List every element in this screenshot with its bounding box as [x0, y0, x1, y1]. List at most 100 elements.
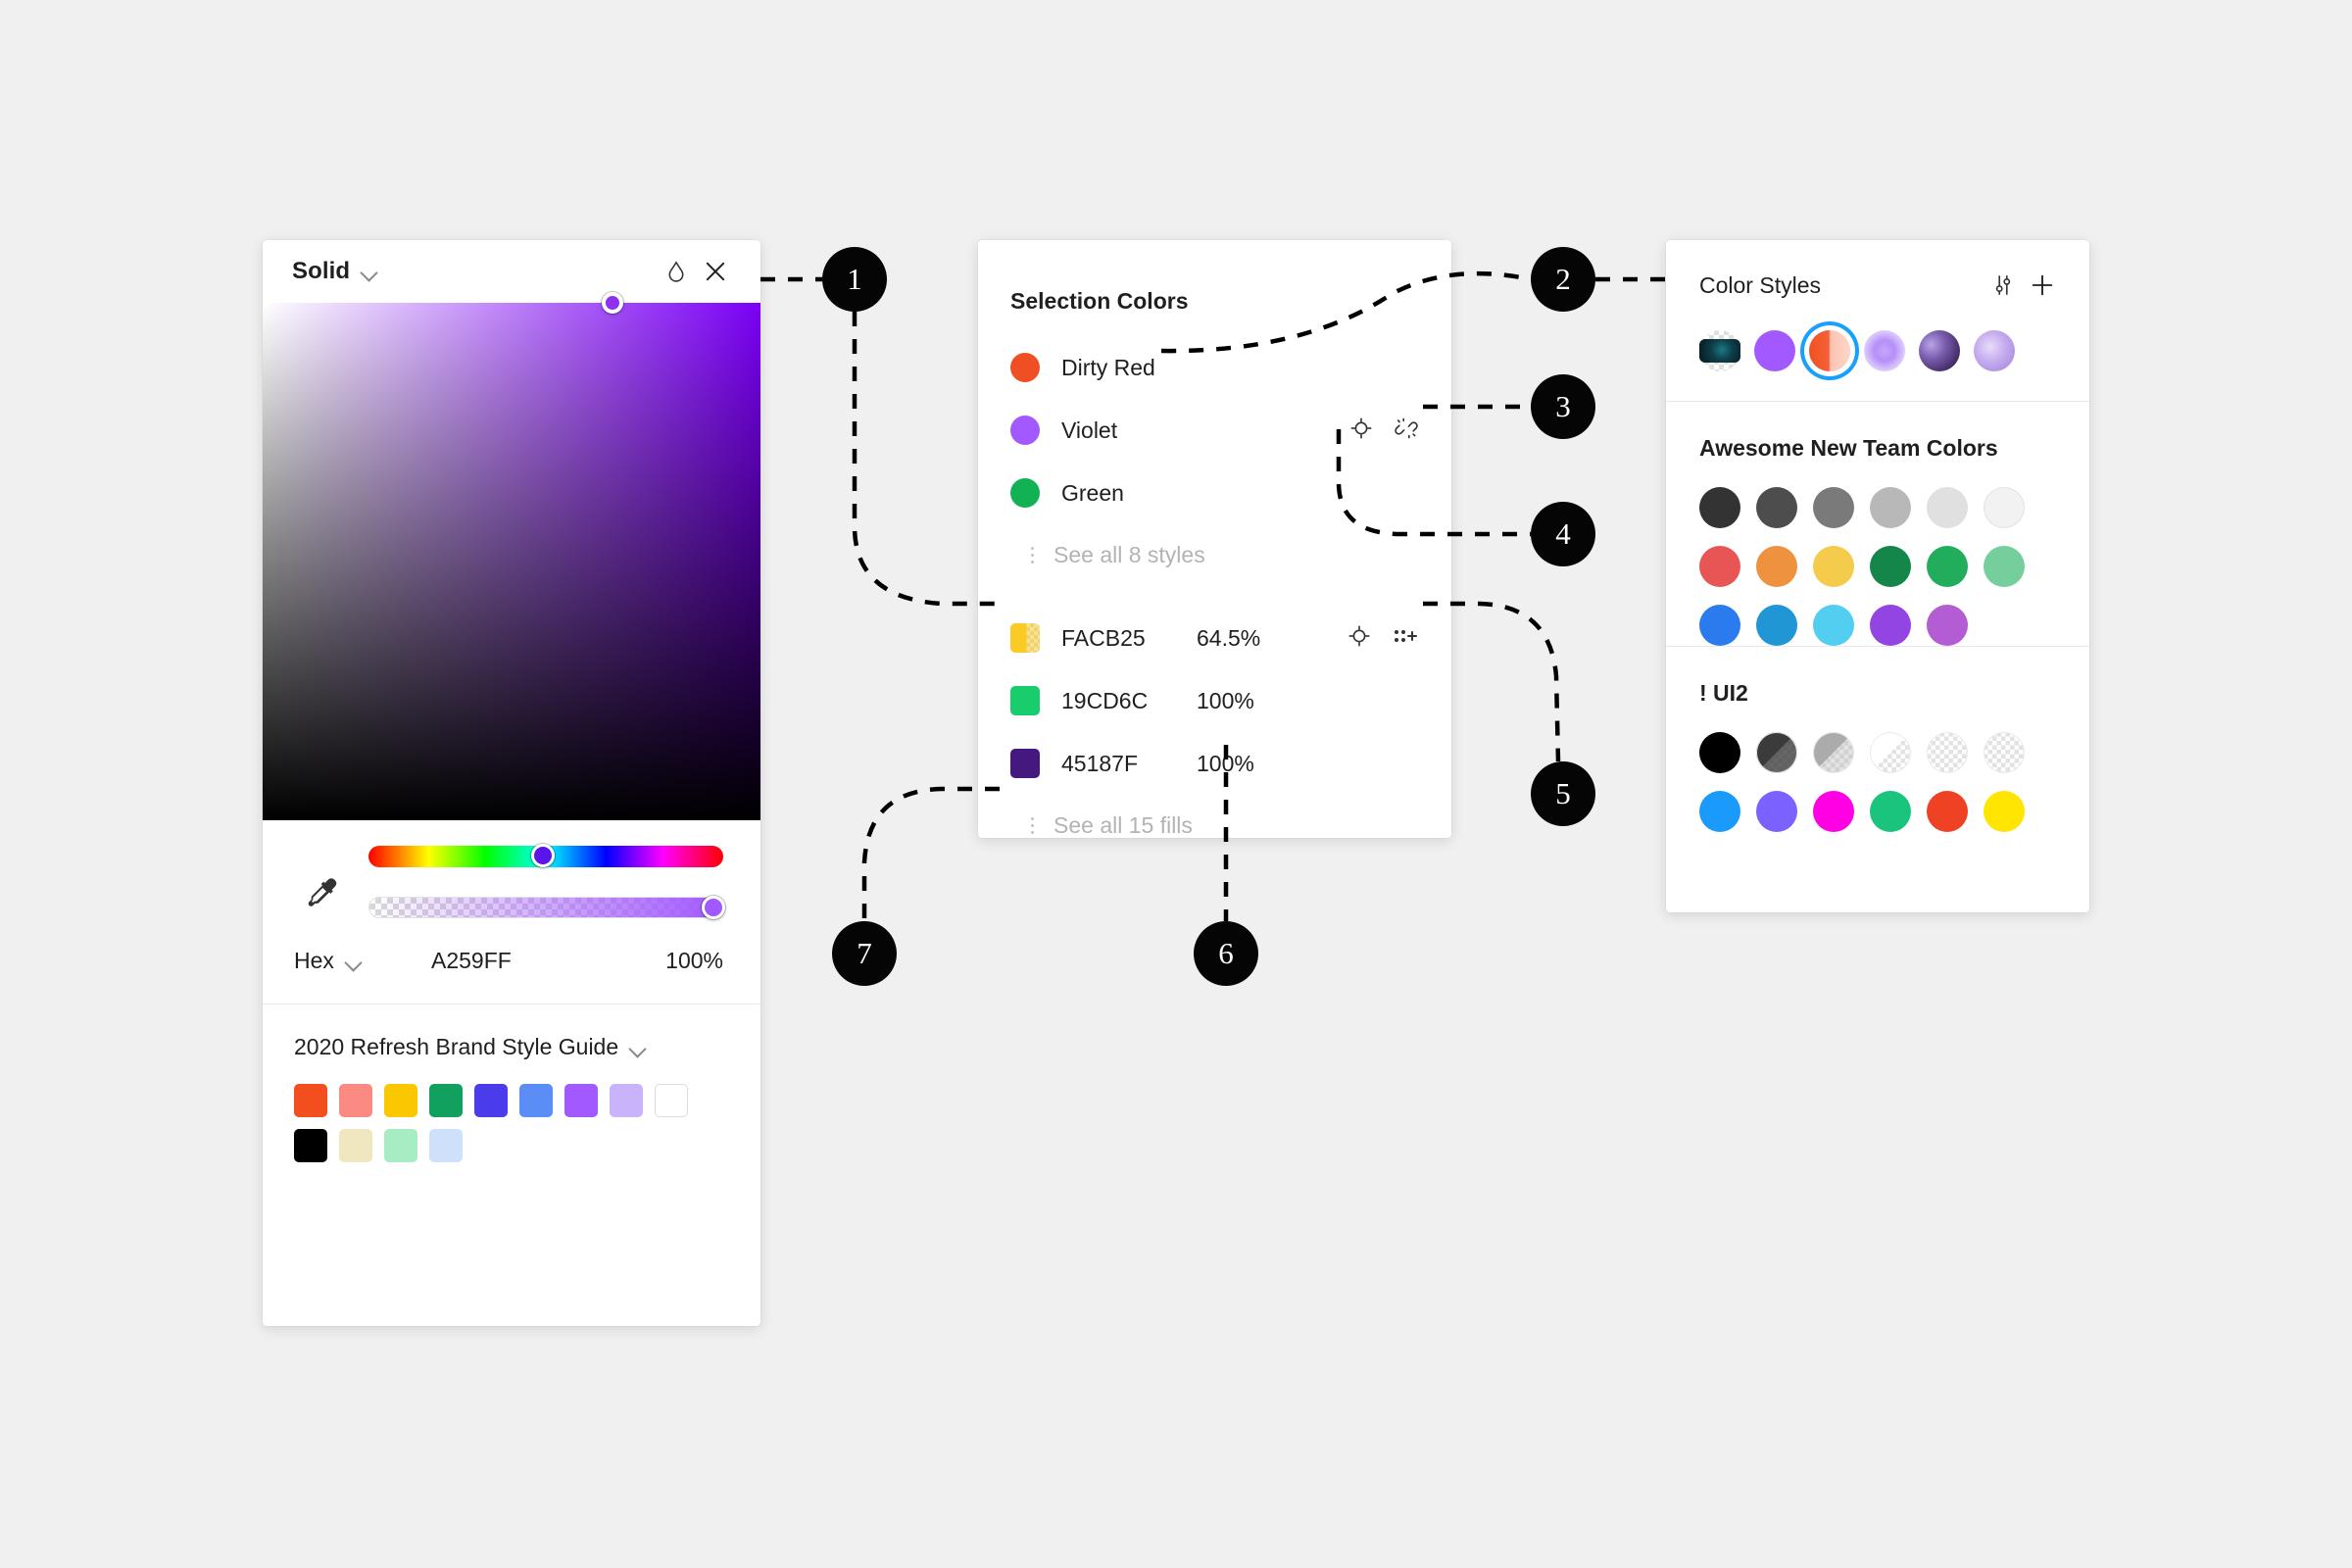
color-style-swatch[interactable] [1813, 791, 1854, 832]
thumbnail-fill [1754, 330, 1795, 371]
sv-handle[interactable] [602, 292, 623, 314]
selection-style-row[interactable]: Green [978, 462, 1451, 524]
saturation-value-area[interactable] [263, 292, 760, 820]
color-style-swatch[interactable] [1756, 732, 1797, 773]
see-all-styles-row[interactable]: See all 8 styles [978, 524, 1451, 585]
chevron-down-icon[interactable] [360, 262, 379, 281]
opacity-input[interactable]: 100% [665, 948, 723, 974]
color-style-swatch[interactable] [1927, 732, 1968, 773]
color-style-swatch[interactable] [1699, 487, 1740, 528]
style-guide-swatch[interactable] [519, 1084, 553, 1117]
color-style-swatch[interactable] [1699, 546, 1740, 587]
color-style-swatch[interactable] [1813, 605, 1854, 646]
sliders-icon[interactable] [1984, 266, 2023, 305]
fill-opacity-value[interactable]: 100% [1197, 751, 1254, 777]
color-style-swatch[interactable] [1699, 732, 1740, 773]
color-style-swatch[interactable] [1927, 791, 1968, 832]
hue-slider[interactable] [368, 844, 723, 867]
color-style-swatch[interactable] [1927, 487, 1968, 528]
color-style-swatch[interactable] [1927, 605, 1968, 646]
fill-hex-value[interactable]: 19CD6C [1040, 688, 1197, 714]
picker-mode-label[interactable]: Solid [292, 258, 350, 285]
fill-opacity-value[interactable]: 64.5% [1197, 625, 1260, 652]
selection-style-row[interactable]: Violet [978, 399, 1451, 462]
style-guide-swatch[interactable] [429, 1129, 463, 1162]
alpha-slider[interactable] [368, 896, 725, 919]
style-guide-swatch[interactable] [655, 1084, 688, 1117]
color-style-swatch[interactable] [1984, 546, 2025, 587]
style-guide-swatch[interactable] [294, 1129, 327, 1162]
fill-opacity-value[interactable]: 100% [1197, 688, 1254, 714]
selection-style-row[interactable]: Dirty Red [978, 336, 1451, 399]
color-style-thumbnail[interactable] [1864, 330, 1905, 371]
broken-link-icon[interactable] [1394, 416, 1419, 446]
kebab-menu-icon[interactable] [1010, 546, 1034, 564]
style-guide-swatch[interactable] [384, 1129, 417, 1162]
close-icon[interactable] [696, 252, 735, 291]
color-style-thumbnail[interactable] [1809, 330, 1850, 371]
color-style-swatch[interactable] [1984, 732, 2025, 773]
color-style-thumbnail[interactable] [1974, 330, 2015, 371]
color-style-swatch[interactable] [1984, 791, 2025, 832]
color-style-swatch[interactable] [1756, 791, 1797, 832]
fill-color-swatch[interactable] [1010, 749, 1040, 778]
selection-fill-row[interactable]: FACB25 64.5% [978, 607, 1451, 669]
color-style-swatch[interactable] [1813, 732, 1854, 773]
fill-hex-value[interactable]: 45187F [1040, 751, 1197, 777]
color-style-swatch[interactable] [1870, 487, 1911, 528]
hue-handle[interactable] [531, 844, 555, 867]
kebab-menu-icon[interactable] [1010, 816, 1034, 834]
color-style-swatch[interactable] [1756, 487, 1797, 528]
droplet-icon[interactable] [657, 252, 696, 291]
color-style-swatch[interactable] [1699, 605, 1740, 646]
style-guide-swatch[interactable] [384, 1084, 417, 1117]
hex-input[interactable]: A259FF [412, 948, 665, 974]
color-style-swatch[interactable] [1870, 732, 1911, 773]
color-style-swatch[interactable] [1756, 546, 1797, 587]
swatch-row [1699, 732, 2056, 773]
color-style-thumbnail[interactable] [1699, 330, 1740, 371]
color-style-swatch[interactable] [1984, 487, 2025, 528]
color-style-swatch[interactable] [1870, 546, 1911, 587]
section-title: Awesome New Team Colors [1699, 435, 1998, 461]
style-guide-swatch[interactable] [339, 1129, 372, 1162]
color-style-swatch[interactable] [1927, 546, 1968, 587]
style-guide-swatch[interactable] [294, 1084, 327, 1117]
color-style-swatch[interactable] [1813, 546, 1854, 587]
color-style-swatch[interactable] [1870, 605, 1911, 646]
style-guide-swatch[interactable] [474, 1084, 508, 1117]
fill-color-swatch[interactable] [1010, 623, 1040, 653]
color-style-thumbnail[interactable] [1919, 330, 1960, 371]
crosshair-target-icon[interactable] [1347, 623, 1372, 654]
chevron-down-icon[interactable] [628, 1038, 648, 1057]
selection-styles-list: Dirty Red Violet Green [978, 315, 1451, 524]
alpha-handle[interactable] [702, 896, 725, 919]
fill-hex-value[interactable]: FACB25 [1040, 625, 1197, 652]
color-style-swatch[interactable] [1699, 791, 1740, 832]
crosshair-target-icon[interactable] [1348, 416, 1374, 446]
color-styles-panel: Color Styles Awesome New Team Colors ! UI… [1666, 240, 2089, 912]
thumbnail-fill [1809, 330, 1850, 371]
color-style-swatch[interactable] [1870, 791, 1911, 832]
selection-fill-row[interactable]: 19CD6C 100% [978, 669, 1451, 732]
plus-icon[interactable] [2023, 266, 2062, 305]
swatch-row [294, 1129, 731, 1162]
color-style-thumbnails [1666, 330, 2089, 401]
style-guide-swatch[interactable] [429, 1084, 463, 1117]
fill-color-swatch[interactable] [1010, 686, 1040, 715]
see-all-fills-row[interactable]: See all 15 fills [978, 795, 1451, 838]
color-style-thumbnail[interactable] [1754, 330, 1795, 371]
dot-grid-plus-icon[interactable] [1392, 624, 1419, 653]
style-guide-swatch[interactable] [339, 1084, 372, 1117]
callout-badge-7: 7 [832, 921, 897, 986]
style-guide-swatch[interactable] [564, 1084, 598, 1117]
hex-mode-selector[interactable]: Hex [294, 948, 412, 974]
style-guide-swatch[interactable] [610, 1084, 643, 1117]
callout-badge-4: 4 [1531, 502, 1595, 566]
chevron-down-icon[interactable] [344, 952, 364, 971]
selection-fill-row[interactable]: 45187F 100% [978, 732, 1451, 795]
style-guide-selector[interactable]: 2020 Refresh Brand Style Guide [263, 1004, 760, 1060]
eyedropper-icon[interactable] [302, 848, 355, 917]
color-style-swatch[interactable] [1756, 605, 1797, 646]
color-style-swatch[interactable] [1813, 487, 1854, 528]
